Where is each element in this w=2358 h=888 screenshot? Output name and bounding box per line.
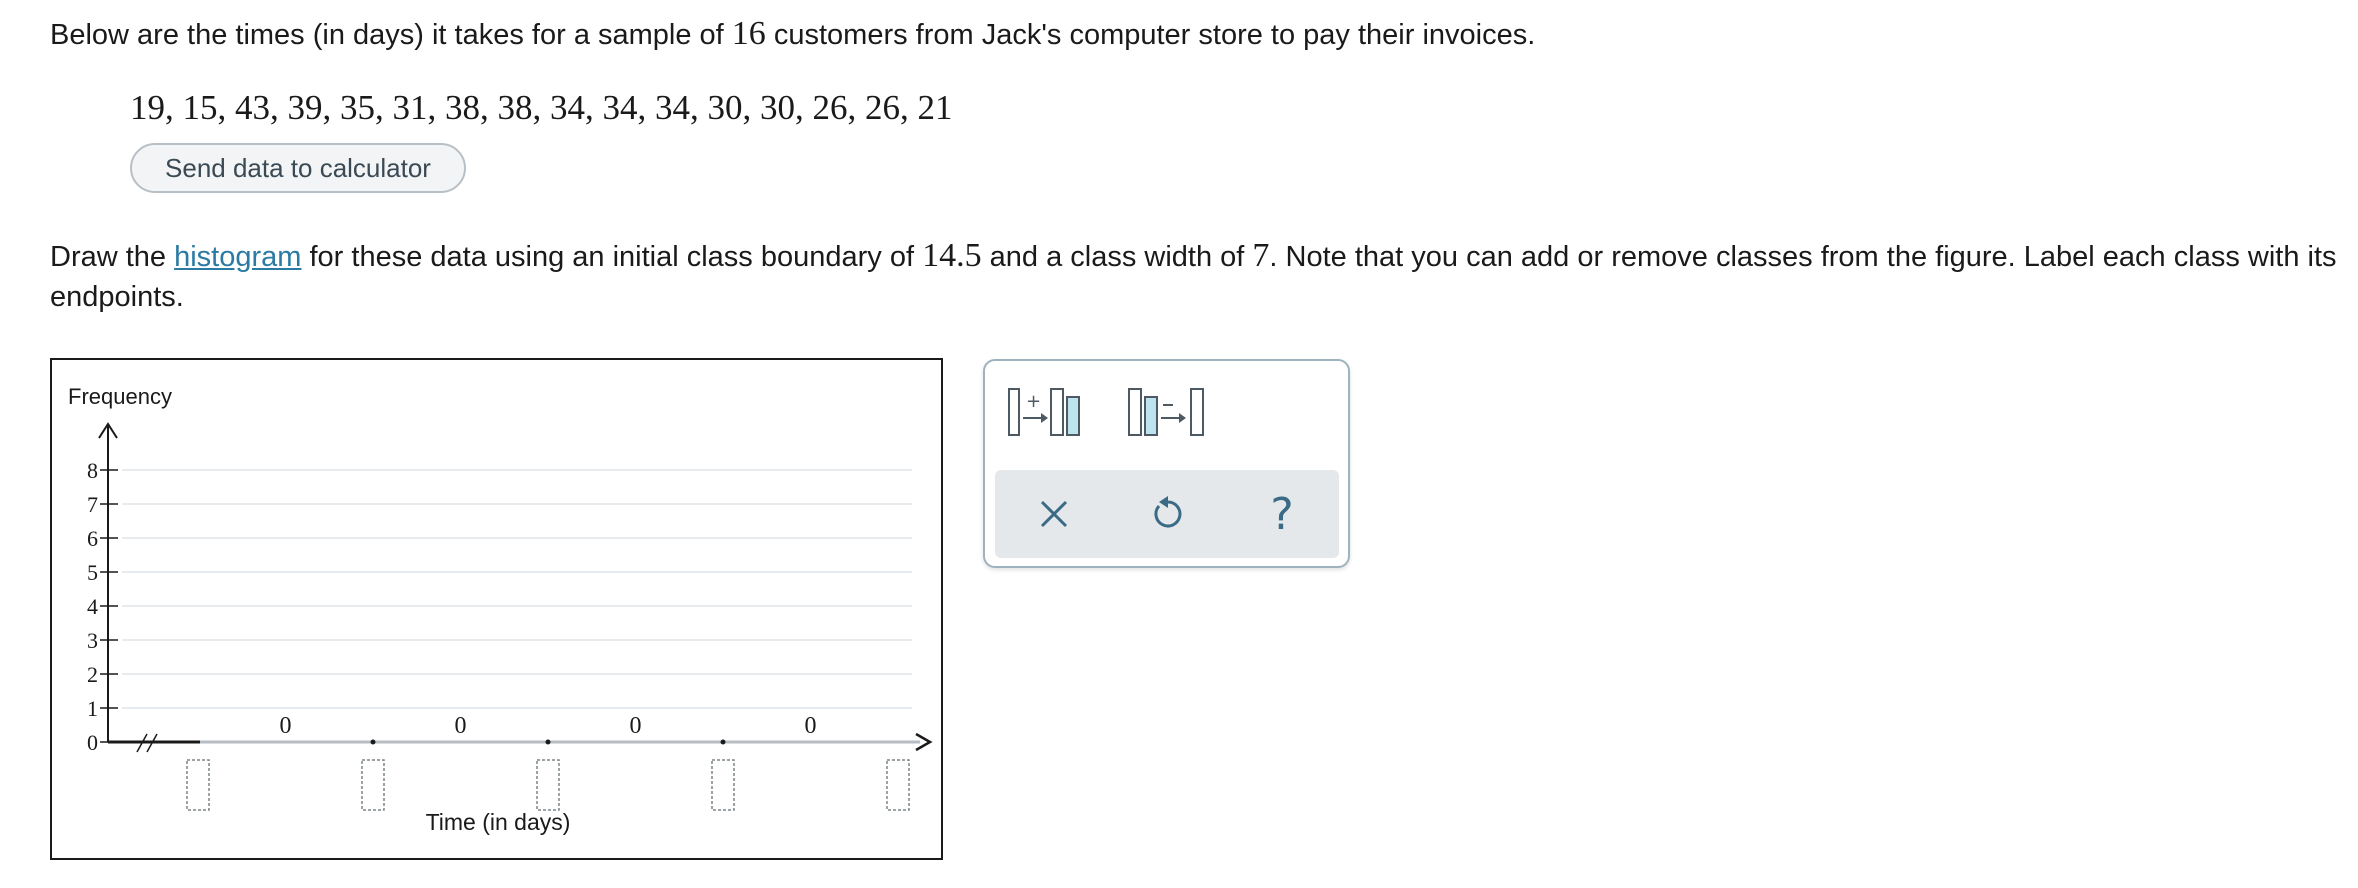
data-values: 19, 15, 43, 39, 35, 31, 38, 38, 34, 34, …	[130, 88, 953, 127]
help-button[interactable]: ?	[1247, 480, 1317, 548]
remove-class-button[interactable]	[1127, 385, 1209, 445]
class-endpoint-input[interactable]	[886, 759, 910, 811]
help-icon: ?	[1270, 488, 1294, 540]
y-tick-label: 0	[87, 730, 98, 755]
instructions-part2: for these data using an initial class bo…	[301, 241, 923, 273]
send-data-button[interactable]: Send data to calculator	[130, 143, 466, 193]
intro-text-after: customers from Jack's computer store to …	[765, 19, 1536, 51]
class-endpoint-input[interactable]	[361, 759, 385, 811]
add-class-button[interactable]: +	[1007, 385, 1087, 445]
intro-text-before: Below are the times (in days) it takes f…	[50, 19, 732, 51]
add-class-icon: +	[1008, 388, 1080, 436]
instructions-part1: Draw the	[50, 241, 175, 273]
class-boundary-dot	[545, 739, 551, 745]
histogram-graph[interactable]: Frequency 0 1 2 3 4 5 6 7 8 0 0 0 0 Time (in days)	[50, 358, 943, 860]
y-tick-label: 3	[87, 628, 98, 653]
x-axis-title: Time (in days)	[426, 809, 571, 835]
y-tick-label: 8	[87, 458, 98, 483]
y-tick-label: 6	[87, 526, 98, 551]
y-tick-label: 1	[87, 696, 98, 721]
instructions: Draw the histogram for these data using …	[50, 236, 2340, 317]
clear-icon	[1040, 500, 1068, 528]
class-endpoint-input[interactable]	[186, 759, 210, 811]
class-boundary-dot	[720, 739, 726, 745]
instructions-part3: and a class width of	[981, 241, 1253, 273]
undo-icon	[1154, 496, 1182, 528]
class-endpoint-input[interactable]	[536, 759, 560, 811]
class-boundary-dot	[370, 739, 376, 745]
histogram-svg[interactable]: Frequency 0 1 2 3 4 5 6 7 8 0 0 0 0 Time (in days)	[52, 360, 945, 862]
y-tick-label: 4	[87, 594, 98, 619]
class-width: 7	[1252, 237, 1270, 274]
sample-size: 16	[731, 15, 766, 52]
bar-frequency-label: 0	[455, 713, 467, 739]
y-tick-label: 5	[87, 560, 98, 585]
problem-intro: Below are the times (in days) it takes f…	[50, 14, 1535, 55]
initial-boundary: 14.5	[922, 237, 982, 274]
clear-button[interactable]	[1019, 480, 1089, 548]
class-endpoint-input[interactable]	[711, 759, 735, 811]
bar-frequency-label: 0	[805, 713, 817, 739]
bar-frequency-label: 0	[280, 713, 292, 739]
y-axis-title: Frequency	[68, 384, 172, 409]
remove-class-icon	[1128, 388, 1204, 436]
bar-frequency-label: 0	[630, 713, 642, 739]
action-bar: ?	[995, 470, 1339, 558]
svg-text:+: +	[1026, 391, 1041, 412]
y-tick-label: 7	[87, 492, 98, 517]
tool-panel: + ?	[983, 359, 1350, 568]
histogram-link[interactable]: histogram	[174, 241, 301, 273]
undo-button[interactable]	[1133, 480, 1203, 548]
y-tick-label: 2	[87, 662, 98, 687]
